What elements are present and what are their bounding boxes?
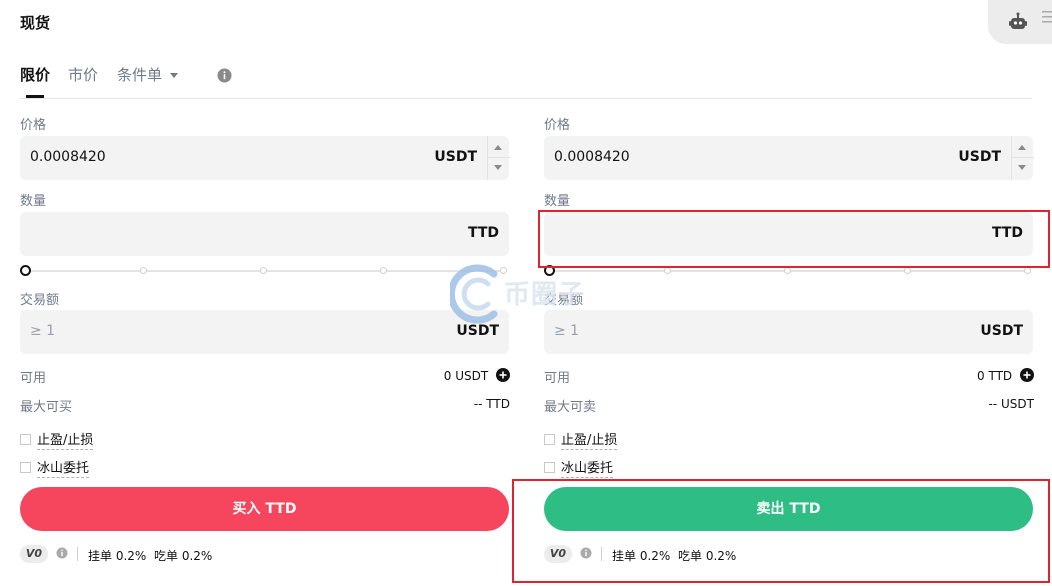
buy-form: 价格 0.0008420 USDT 数量 TTD 交易额 ≥ 1 USDT 可用… [20, 0, 510, 586]
spot-order-panel: 现货 限价 市价 条件单 价格 0.0008420 USDT 数量 TTD 交易… [0, 0, 1052, 586]
slider-step-75[interactable] [380, 267, 387, 274]
sell-iceberg-checkbox[interactable]: 冰山委托 [544, 457, 614, 478]
highlight-sell-button-box [512, 479, 1050, 583]
amount-label: 数量 [544, 194, 571, 209]
sell-total-input[interactable]: ≥ 1 USDT [544, 310, 1033, 354]
buy-amount-input[interactable]: TTD [20, 212, 509, 256]
plus-circle-icon[interactable] [1020, 368, 1034, 382]
buy-total-unit: USDT [456, 323, 499, 339]
slider-step-25[interactable] [664, 267, 671, 274]
total-label: 交易额 [20, 293, 60, 308]
sell-available: 0 TTD [977, 368, 1034, 383]
max-buy-label: 最大可买 [20, 400, 73, 415]
buy-total-placeholder: ≥ 1 [30, 323, 56, 339]
price-label: 价格 [20, 118, 47, 133]
stepper-down-icon[interactable] [1018, 165, 1026, 170]
info-icon[interactable] [56, 547, 68, 559]
max-sell-value: -- USDT [988, 397, 1034, 411]
vip-level-badge: V0 [20, 545, 48, 563]
stepper-up-icon[interactable] [494, 145, 502, 150]
buy-price-unit: USDT [434, 149, 477, 165]
max-sell-label: 最大可卖 [544, 400, 597, 415]
sell-available-value: 0 TTD [977, 369, 1013, 383]
tpsl-label: 止盈/止损 [561, 433, 618, 450]
sell-tpsl-checkbox[interactable]: 止盈/止损 [544, 429, 618, 450]
iceberg-label: 冰山委托 [37, 461, 90, 478]
available-label: 可用 [544, 371, 571, 386]
buy-available: 0 USDT [444, 368, 510, 383]
slider-step-50[interactable] [784, 267, 791, 274]
slider-step-100[interactable] [1024, 267, 1031, 274]
watermark: 币圈子 [450, 264, 600, 324]
stepper-divider [488, 157, 510, 158]
sell-price-stepper[interactable] [1011, 136, 1034, 180]
available-label: 可用 [20, 371, 47, 386]
sell-price-input[interactable]: 0.0008420 USDT [544, 136, 1034, 180]
iceberg-label: 冰山委托 [561, 461, 614, 478]
buy-amount-slider[interactable] [20, 265, 509, 277]
slider-step-75[interactable] [904, 267, 911, 274]
price-label: 价格 [544, 118, 571, 133]
stepper-up-icon[interactable] [1018, 145, 1026, 150]
checkbox-box[interactable] [20, 434, 31, 445]
sell-total-placeholder: ≥ 1 [554, 323, 580, 339]
buy-price-stepper[interactable] [487, 136, 510, 180]
watermark-logo-icon [450, 264, 498, 324]
watermark-text: 币圈子 [504, 280, 586, 310]
amount-label: 数量 [20, 194, 47, 209]
plus-circle-icon[interactable] [496, 368, 510, 382]
buy-button[interactable]: 买入 TTD [20, 487, 509, 531]
tpsl-label: 止盈/止损 [37, 433, 94, 450]
highlight-amount-box [538, 210, 1050, 268]
menu-icon[interactable] [1040, 10, 1052, 24]
stepper-divider [1012, 157, 1034, 158]
buy-tpsl-checkbox[interactable]: 止盈/止损 [20, 429, 94, 450]
taker-fee: 吃单 0.2% [154, 549, 213, 563]
checkbox-box[interactable] [544, 462, 555, 473]
fee-separator [77, 547, 78, 561]
sell-price-unit: USDT [958, 149, 1001, 165]
slider-handle[interactable] [20, 265, 31, 276]
buy-available-value: 0 USDT [443, 369, 489, 383]
buy-price-input[interactable]: 0.0008420 USDT [20, 136, 510, 180]
buy-iceberg-checkbox[interactable]: 冰山委托 [20, 457, 90, 478]
buy-amount-unit: TTD [467, 225, 499, 241]
sell-total-unit: USDT [980, 323, 1023, 339]
sell-price-value: 0.0008420 [554, 149, 630, 165]
maker-fee: 挂单 0.2% [88, 549, 147, 563]
buy-total-input[interactable]: ≥ 1 USDT [20, 310, 509, 354]
buy-price-value: 0.0008420 [30, 149, 106, 165]
slider-step-50[interactable] [260, 267, 267, 274]
stepper-down-icon[interactable] [494, 165, 502, 170]
max-buy-value: -- TTD [473, 397, 510, 411]
checkbox-box[interactable] [20, 462, 31, 473]
checkbox-box[interactable] [544, 434, 555, 445]
slider-step-25[interactable] [140, 267, 147, 274]
